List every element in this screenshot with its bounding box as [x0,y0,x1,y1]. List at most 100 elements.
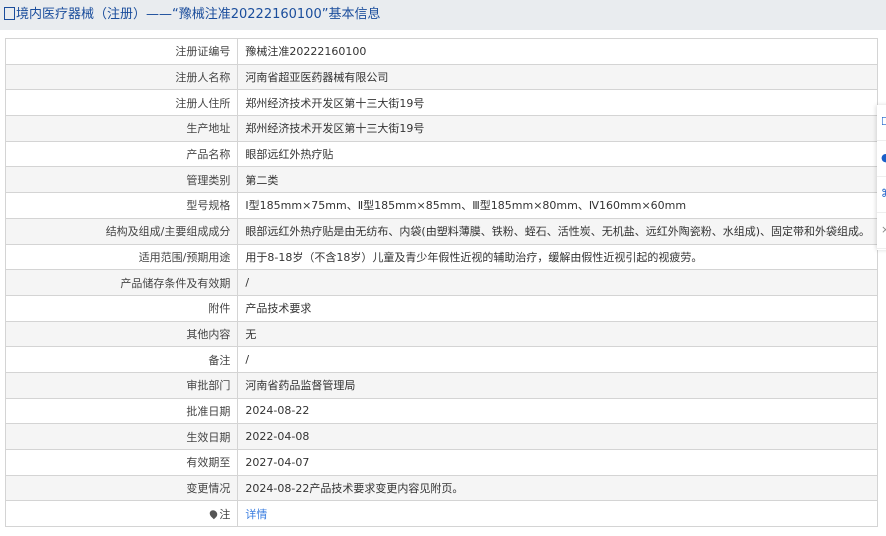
row-value: / [237,269,878,296]
table-row: 审批部门 河南省药品监督管理局 [4,371,878,399]
value-text: 豫械注准20222160100 [245,45,367,59]
row-label: 变更情况 [4,474,239,502]
table-row: 有效期至 2027-04-07 [4,449,878,476]
share-icon[interactable]: ⌘ [877,177,886,213]
row-value: 2024-08-22 [237,397,878,425]
value-text: 无 [245,327,257,341]
table-row: 生效日期 2022-04-08 [4,423,878,450]
table-row: 型号规格 Ⅰ型185mm×75mm、Ⅱ型185mm×85mm、Ⅲ型185mm×80… [4,192,878,219]
row-value: 河南省药品监督管理局 [237,371,878,399]
row-label: 产品储存条件及有效期 [4,269,239,296]
row-value: 产品技术要求 [237,294,878,322]
value-text: / [245,353,250,367]
label-text: 批准日期 [186,404,231,418]
close-icon[interactable]: × [877,213,886,249]
row-label: 型号规格 [4,192,239,219]
table-row: 备注 / [4,346,878,373]
value-text: 第二类 [245,173,279,187]
document-icon[interactable]: ☐ [877,105,886,141]
row-label: 审批部门 [4,371,239,399]
value-text: 2024-08-22产品技术要求变更内容见附页。 [245,482,464,496]
row-value: 第二类 [237,166,878,194]
page-header: 境内医疗器械（注册）——“豫械注准20222160100”基本信息 [0,0,886,30]
table-row: 管理类别 第二类 [4,166,878,194]
value-text: 河南省超亚医药器械有限公司 [245,71,389,85]
table-row: 变更情况 2024-08-22产品技术要求变更内容见附页。 [4,474,878,502]
row-label: 有效期至 [4,449,239,476]
value-text: 产品技术要求 [245,302,312,316]
row-label: 注册人住所 [4,89,239,117]
table-row: 批准日期 2024-08-22 [4,397,878,425]
table-row: 注册人名称 河南省超亚医药器械有限公司 [4,63,878,91]
table-row: 结构及组成/主要组成成分 眼部远红外热疗贴是由无纺布、内袋(由塑料薄膜、铁粉、蛭石… [4,217,878,245]
table-row: 注册证编号 豫械注准20222160100 [4,38,878,65]
value-text: Ⅰ型185mm×75mm、Ⅱ型185mm×85mm、Ⅲ型185mm×80mm、Ⅳ… [245,199,687,213]
label-text: 注册证编号 [175,45,231,59]
label-text: 产品储存条件及有效期 [120,276,231,290]
row-label: 其他内容 [4,320,239,348]
row-value: 河南省超亚医药器械有限公司 [237,63,878,91]
row-label: 附件 [4,294,239,322]
label-text: 有效期至 [186,456,231,470]
table-row: 注 详情 [4,500,878,528]
row-value: 豫械注准20222160100 [237,38,878,65]
side-toolbar: ☐ ● ⌘ × [877,105,886,250]
label-text: 审批部门 [186,379,231,393]
label-text: 备注 [208,353,231,367]
row-value: 郑州经济技术开发区第十三大街19号 [237,115,878,142]
label-text: 结构及组成/主要组成成分 [105,225,231,239]
row-label: 产品名称 [4,140,239,168]
row-value: 眼部远红外热疗贴 [237,140,878,168]
row-value: 2024-08-22产品技术要求变更内容见附页。 [237,474,878,502]
label-text: 附件 [208,302,231,316]
row-label: 批准日期 [4,397,239,425]
value-text: 眼部远红外热疗贴是由无纺布、内袋(由塑料薄膜、铁粉、蛭石、活性炭、无机盐、远红外… [245,225,870,239]
value-text: 郑州经济技术开发区第十三大街19号 [245,122,425,136]
table-row: 产品名称 眼部远红外热疗贴 [4,140,878,168]
row-label: 生产地址 [4,115,239,142]
row-value: Ⅰ型185mm×75mm、Ⅱ型185mm×85mm、Ⅲ型185mm×80mm、Ⅳ… [237,192,878,219]
row-label: 注册证编号 [4,38,239,65]
row-value: 2027-04-07 [237,449,878,476]
page-title: 境内医疗器械（注册）——“豫械注准20222160100”基本信息 [16,7,381,22]
value-text: 郑州经济技术开发区第十三大街19号 [245,96,425,110]
value-text: 2027-04-07 [245,455,310,469]
label-text: 其他内容 [186,327,231,341]
label-text: 适用范围/预期用途 [138,250,231,264]
label-text: 型号规格 [186,199,231,213]
value-text: 2024-08-22 [245,404,310,418]
document-icon [4,7,15,20]
circle-icon[interactable]: ● [877,141,886,177]
row-label: 适用范围/预期用途 [4,243,239,271]
table-row: 附件 产品技术要求 [4,294,878,322]
value-text: 用于8-18岁（不含18岁）儿童及青少年假性近视的辅助治疗，缓解由假性近视引起的… [245,250,703,264]
table-row: 产品储存条件及有效期 / [4,269,878,296]
label-text: 产品名称 [186,148,231,162]
value-text: 2022-04-08 [245,430,310,444]
row-label: 结构及组成/主要组成成分 [4,217,239,245]
details-link[interactable]: 详情 [245,508,267,521]
pin-icon [208,508,220,520]
row-value: 眼部远红外热疗贴是由无纺布、内袋(由塑料薄膜、铁粉、蛭石、活性炭、无机盐、远红外… [237,217,878,245]
row-label: 管理类别 [4,166,239,194]
value-text: / [245,276,250,290]
table-row: 注册人住所 郑州经济技术开发区第十三大街19号 [4,89,878,117]
label-text: 生效日期 [186,430,231,444]
label-text: 生产地址 [186,122,231,136]
value-text: 眼部远红外热疗贴 [245,148,334,162]
label-text: 变更情况 [186,482,231,496]
row-value: 郑州经济技术开发区第十三大街19号 [237,89,878,117]
row-value: 2022-04-08 [237,423,878,450]
value-text: 河南省药品监督管理局 [245,379,356,393]
row-value: / [237,346,878,373]
row-label: 备注 [4,346,239,373]
label-text: 注册人名称 [175,71,231,85]
row-label: 注 [4,500,239,528]
table-row: 适用范围/预期用途 用于8-18岁（不含18岁）儿童及青少年假性近视的辅助治疗，缓… [4,243,878,271]
row-value: 用于8-18岁（不含18岁）儿童及青少年假性近视的辅助治疗，缓解由假性近视引起的… [237,243,878,271]
row-value: 详情 [237,500,878,528]
info-table: 注册证编号 豫械注准20222160100 注册人名称 河南省超亚医药器械有限公司 注册… [4,38,878,528]
table-row: 其他内容无 [4,320,878,348]
row-label: 注册人名称 [4,63,239,91]
table-row: 生产地址 郑州经济技术开发区第十三大街19号 [4,115,878,142]
